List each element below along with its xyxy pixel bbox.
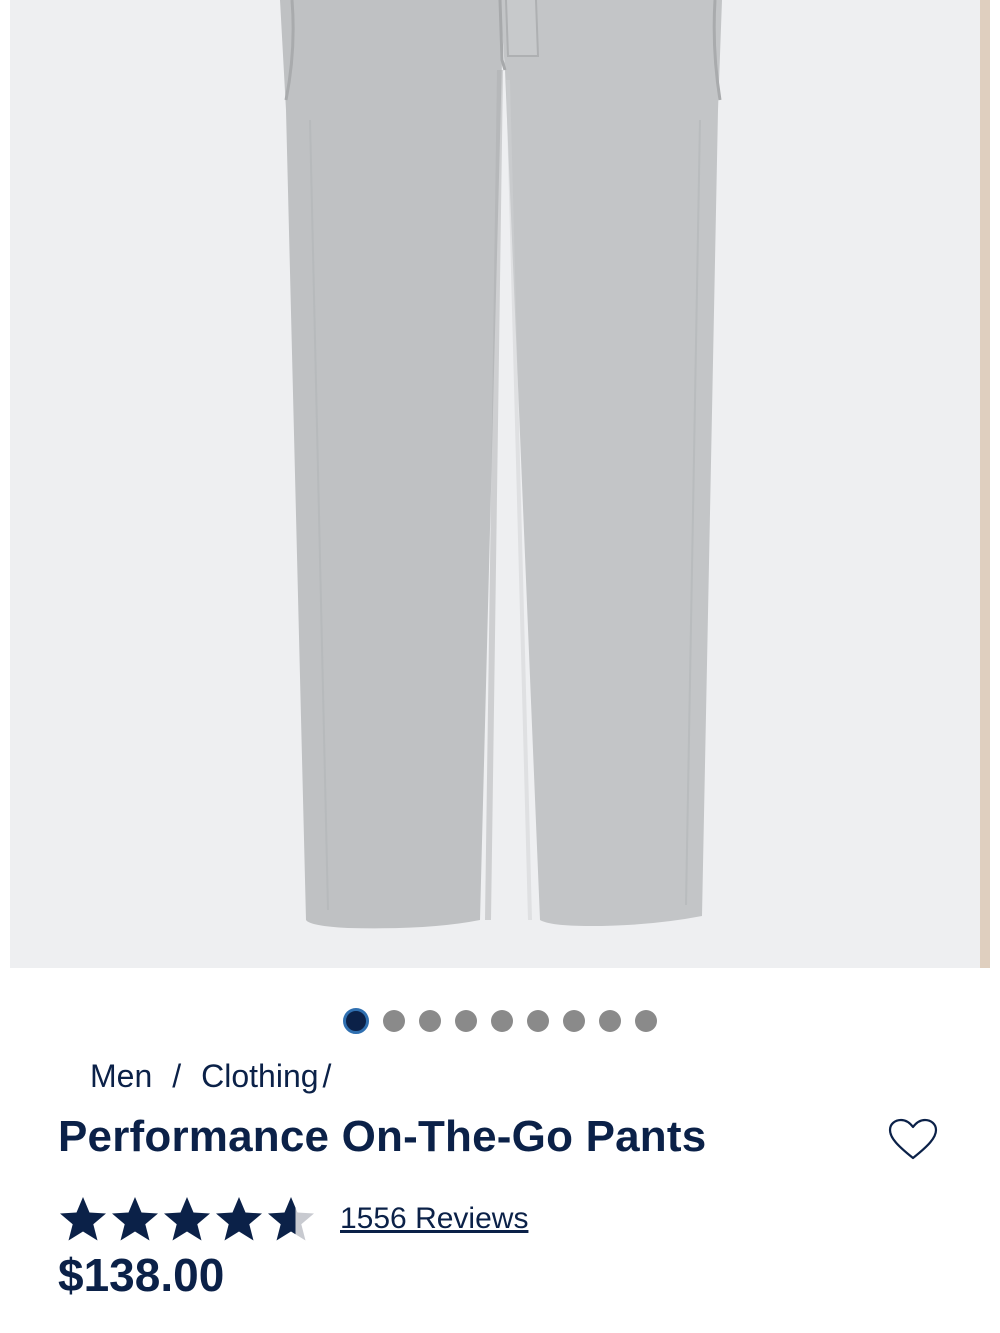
reviews-link[interactable]: 1556 Reviews xyxy=(340,1202,528,1236)
star-full-icon xyxy=(164,1197,210,1241)
carousel-dot-active[interactable] xyxy=(343,1008,369,1034)
carousel-dot[interactable] xyxy=(419,1010,441,1032)
breadcrumb-separator: / xyxy=(172,1058,182,1094)
breadcrumb-separator: / xyxy=(322,1058,332,1094)
product-price: $138.00 xyxy=(58,1249,225,1301)
carousel-dot[interactable] xyxy=(491,1010,513,1032)
rating-row: 1556 Reviews xyxy=(58,1194,528,1244)
product-image[interactable] xyxy=(10,0,990,968)
carousel-dot[interactable] xyxy=(527,1010,549,1032)
star-full-icon xyxy=(60,1197,106,1241)
heart-icon[interactable] xyxy=(888,1118,938,1162)
pants-image xyxy=(280,0,722,929)
carousel-dot[interactable] xyxy=(455,1010,477,1032)
breadcrumb-clothing[interactable]: Clothing xyxy=(201,1058,318,1095)
star-partial-icon xyxy=(268,1197,314,1241)
breadcrumb: Men / Clothing / xyxy=(90,1058,331,1095)
star-full-icon xyxy=(216,1197,262,1241)
next-image-peek[interactable] xyxy=(980,0,990,968)
breadcrumb-men[interactable]: Men xyxy=(90,1058,152,1095)
carousel-dot[interactable] xyxy=(599,1010,621,1032)
carousel-dots xyxy=(0,1008,1000,1034)
carousel-dot[interactable] xyxy=(383,1010,405,1032)
product-title: Performance On-The-Go Pants xyxy=(58,1112,707,1161)
carousel-dot[interactable] xyxy=(635,1010,657,1032)
carousel-dot[interactable] xyxy=(563,1010,585,1032)
star-full-icon xyxy=(112,1197,158,1241)
star-rating xyxy=(58,1194,316,1244)
